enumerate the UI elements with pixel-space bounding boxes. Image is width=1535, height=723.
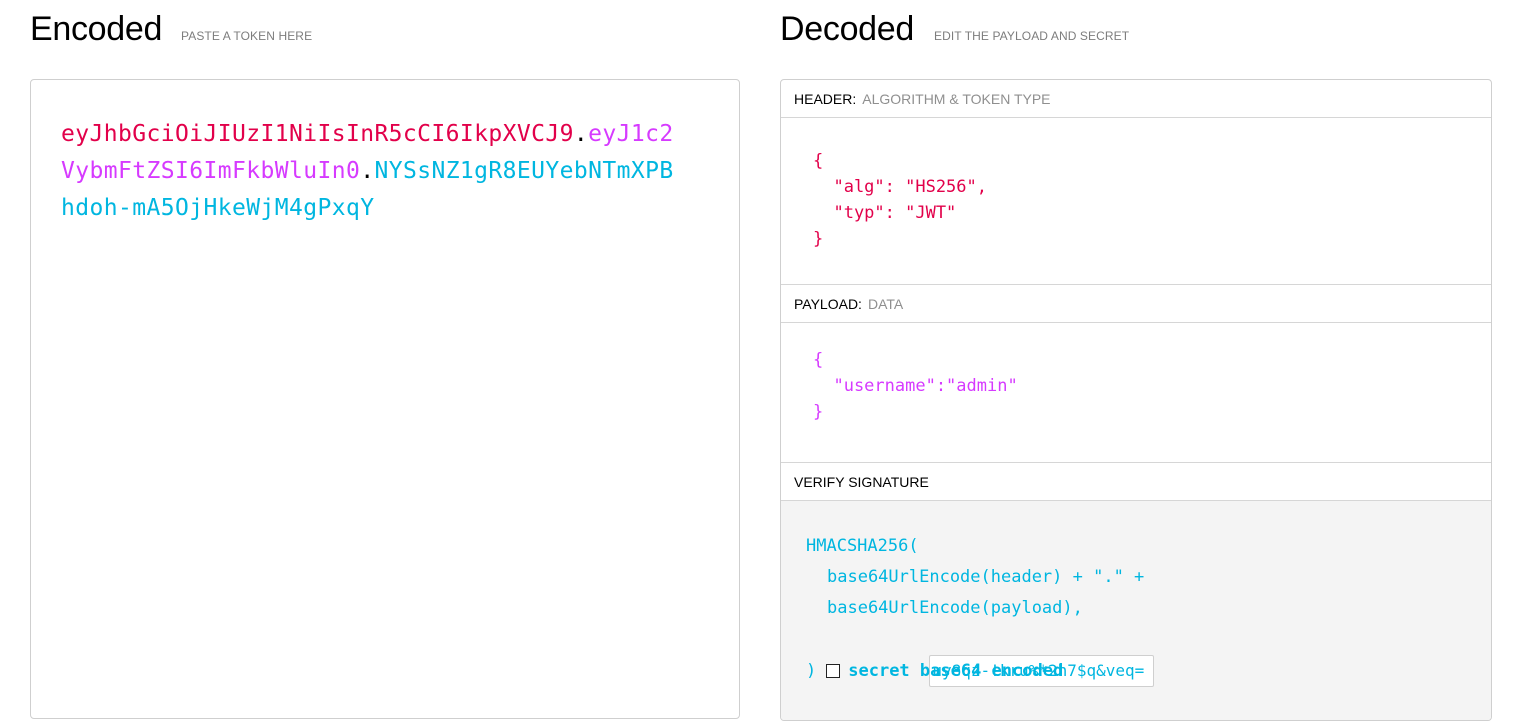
sig-secret-line: uy8qz-!kru%*2h7$q&veq= bbox=[806, 624, 1155, 687]
encoded-title: Encoded bbox=[30, 10, 163, 48]
decoded-column: Decoded EDIT THE PAYLOAD AND SECRET HEAD… bbox=[780, 0, 1492, 721]
sig-header-line: base64UrlEncode(header) + "." + bbox=[827, 567, 1145, 587]
decoded-heading: Decoded EDIT THE PAYLOAD AND SECRET bbox=[780, 0, 1492, 80]
sig-close-paren: ) bbox=[806, 661, 817, 681]
secret-base64-label[interactable]: secret base64 encoded bbox=[848, 661, 1063, 681]
verify-section-bar: VERIFY SIGNATURE bbox=[781, 463, 1491, 501]
header-json-editor[interactable]: { "alg": "HS256", "typ": "JWT" } bbox=[781, 118, 1491, 285]
header-section-label: HEADER: bbox=[794, 90, 857, 107]
token-separator: . bbox=[360, 158, 375, 184]
verify-section-label: VERIFY SIGNATURE bbox=[794, 473, 929, 490]
token-separator: . bbox=[573, 121, 589, 147]
encoded-token-textarea[interactable]: eyJhbGciOiJIUzI1NiIsInR5cCI6IkpXVCJ9.eyJ… bbox=[30, 79, 740, 719]
header-section-sublabel: ALGORITHM & TOKEN TYPE bbox=[862, 90, 1051, 107]
decoded-title: Decoded bbox=[780, 10, 914, 48]
payload-section-bar: PAYLOAD: DATA bbox=[781, 285, 1491, 323]
sig-function-name: HMACSHA256( bbox=[806, 536, 919, 556]
encoded-subtitle: PASTE A TOKEN HERE bbox=[181, 29, 313, 43]
sig-payload-line: base64UrlEncode(payload), bbox=[827, 598, 1083, 618]
secret-base64-checkbox[interactable] bbox=[826, 664, 841, 678]
header-section-bar: HEADER: ALGORITHM & TOKEN TYPE bbox=[781, 80, 1491, 118]
decoded-panel: HEADER: ALGORITHM & TOKEN TYPE { "alg": … bbox=[780, 79, 1492, 721]
verify-signature-body: HMACSHA256( base64UrlEncode(header) + ".… bbox=[781, 501, 1491, 720]
encoded-heading: Encoded PASTE A TOKEN HERE bbox=[30, 0, 742, 80]
decoded-subtitle: EDIT THE PAYLOAD AND SECRET bbox=[934, 29, 1130, 43]
payload-section-label: PAYLOAD: bbox=[794, 295, 862, 312]
payload-json[interactable]: { "username":"admin" } bbox=[813, 347, 1018, 425]
header-json[interactable]: { "alg": "HS256", "typ": "JWT" } bbox=[813, 148, 987, 252]
payload-section-sublabel: DATA bbox=[867, 295, 904, 312]
signature-code: HMACSHA256( base64UrlEncode(header) + ".… bbox=[806, 531, 1155, 687]
payload-json-editor[interactable]: { "username":"admin" } bbox=[781, 323, 1491, 463]
encoded-column: Encoded PASTE A TOKEN HERE eyJhbGciOiJIU… bbox=[30, 0, 742, 719]
token-header-part: eyJhbGciOiJIUzI1NiIsInR5cCI6IkpXVCJ9 bbox=[61, 121, 574, 147]
encoded-token-text[interactable]: eyJhbGciOiJIUzI1NiIsInR5cCI6IkpXVCJ9.eyJ… bbox=[61, 116, 681, 227]
